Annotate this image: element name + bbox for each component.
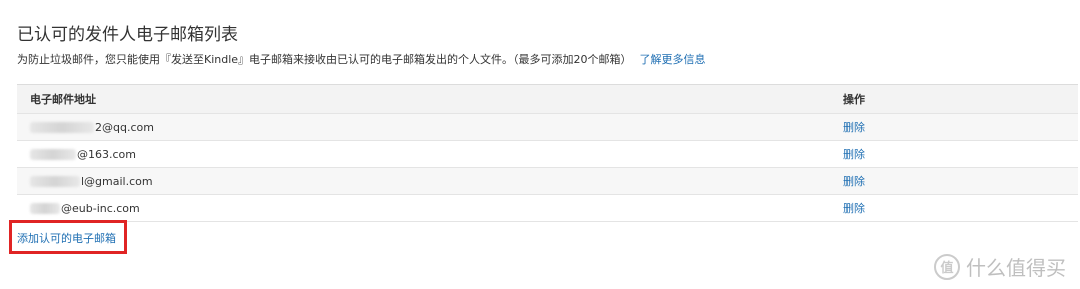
redacted-blur <box>30 202 60 214</box>
delete-link[interactable]: 删除 <box>843 202 865 215</box>
watermark-text: 什么值得买 <box>966 256 1066 280</box>
header-actions: 操作 <box>843 93 865 106</box>
redacted-blur <box>30 148 76 160</box>
description-text: 为防止垃圾邮件，您只能使用『发送至Kindle』电子邮箱来接收由已认可的电子邮箱… <box>17 53 632 66</box>
email-cell: l@gmail.com <box>17 175 843 188</box>
watermark: 值 什么值得买 <box>934 252 1066 281</box>
redacted-blur <box>30 121 94 133</box>
page-title: 已认可的发件人电子邮箱列表 <box>17 25 238 45</box>
header-email: 电子邮件地址 <box>30 93 96 106</box>
table-row: l@gmail.com 删除 <box>17 168 1078 195</box>
email-suffix: 2@qq.com <box>95 120 154 134</box>
delete-link[interactable]: 删除 <box>843 121 865 134</box>
email-cell: @eub-inc.com <box>17 202 843 215</box>
add-approved-email-link[interactable]: 添加认可的电子邮箱 <box>17 230 116 246</box>
table-row: @163.com 删除 <box>17 141 1078 168</box>
delete-link[interactable]: 删除 <box>843 148 865 161</box>
email-cell: @163.com <box>17 148 843 161</box>
email-suffix: @163.com <box>77 147 136 161</box>
email-cell: 2@qq.com <box>17 121 843 134</box>
email-suffix: l@gmail.com <box>81 174 153 188</box>
table-body: 2@qq.com 删除 @163.com 删除 l@gmail.com 删除 @… <box>17 114 1078 222</box>
table-row: @eub-inc.com 删除 <box>17 195 1078 222</box>
delete-link[interactable]: 删除 <box>843 175 865 188</box>
email-suffix: @eub-inc.com <box>61 201 140 215</box>
table-header: 电子邮件地址 操作 <box>17 85 1078 114</box>
table-row: 2@qq.com 删除 <box>17 114 1078 141</box>
approved-email-table: 电子邮件地址 操作 2@qq.com 删除 @163.com 删除 l@gmai… <box>17 84 1078 222</box>
page-description: 为防止垃圾邮件，您只能使用『发送至Kindle』电子邮箱来接收由已认可的电子邮箱… <box>17 51 706 67</box>
redacted-blur <box>30 175 80 187</box>
watermark-logo-icon: 值 <box>934 253 960 280</box>
learn-more-link[interactable]: 了解更多信息 <box>640 53 706 66</box>
